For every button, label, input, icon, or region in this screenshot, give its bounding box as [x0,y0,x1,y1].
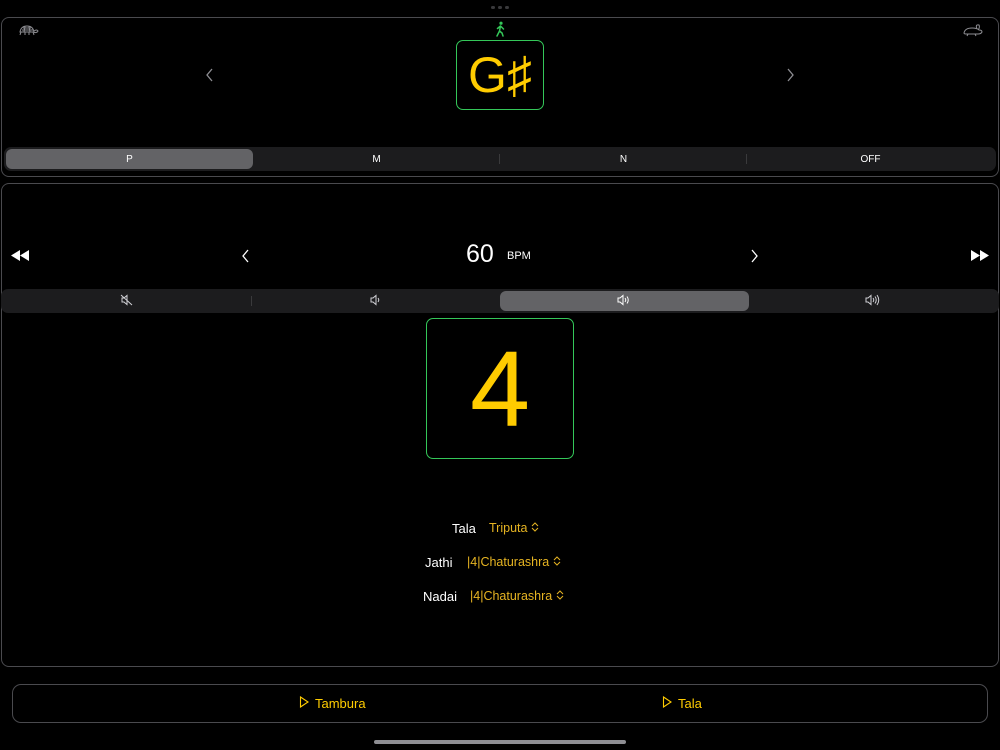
bpm-unit-label: BPM [507,250,531,262]
speaker-high-icon [864,293,882,309]
tala-label: Tala [452,521,476,536]
increase-bpm-button[interactable] [749,249,759,263]
volume-option-mute[interactable] [3,291,252,311]
play-tala-button[interactable]: Tala [662,695,702,711]
tortoise-icon[interactable] [17,23,39,37]
nadai-label: Nadai [423,589,457,604]
hare-icon[interactable] [962,23,984,37]
home-indicator[interactable] [374,740,626,744]
decrease-bpm-button[interactable] [241,249,251,263]
next-note-button[interactable] [785,68,795,82]
jathi-label: Jathi [425,555,453,570]
up-down-chevron-icon [556,589,564,603]
current-beat-number: 4 [469,327,531,449]
nadai-picker[interactable]: |4|Chaturashra [470,589,564,603]
tanpura-string-selector[interactable]: P M N OFF [4,147,996,171]
fast-forward-icon[interactable] [971,250,989,261]
tala-picker[interactable]: Triputa [489,521,539,535]
tuning-note-text: G♯ [468,47,532,103]
speaker-medium-icon [616,293,632,309]
walking-figure-icon [493,21,507,37]
tanpura-option-n[interactable]: N [500,149,747,169]
play-icon [299,695,309,711]
previous-note-button[interactable] [205,68,215,82]
current-beat-display: 4 [426,318,574,459]
volume-option-low[interactable] [252,291,501,311]
up-down-chevron-icon [553,555,561,569]
volume-option-medium[interactable] [500,291,749,311]
rewind-icon[interactable] [11,250,29,261]
volume-option-high[interactable] [749,291,998,311]
play-icon [662,695,672,711]
speaker-mute-icon [120,293,134,309]
tanpura-option-m[interactable]: M [253,149,500,169]
bpm-value[interactable]: 60 [466,240,494,269]
play-tambura-button[interactable]: Tambura [299,695,366,711]
tanpura-option-off[interactable]: OFF [747,149,994,169]
window-grabber[interactable] [491,6,509,9]
up-down-chevron-icon [531,521,539,535]
playback-controls-bar [12,684,988,723]
click-volume-selector[interactable] [1,289,999,313]
tanpura-option-p[interactable]: P [6,149,253,169]
speaker-low-icon [369,293,383,309]
tuning-note-display[interactable]: G♯ [456,40,544,110]
jathi-picker[interactable]: |4|Chaturashra [467,555,561,569]
